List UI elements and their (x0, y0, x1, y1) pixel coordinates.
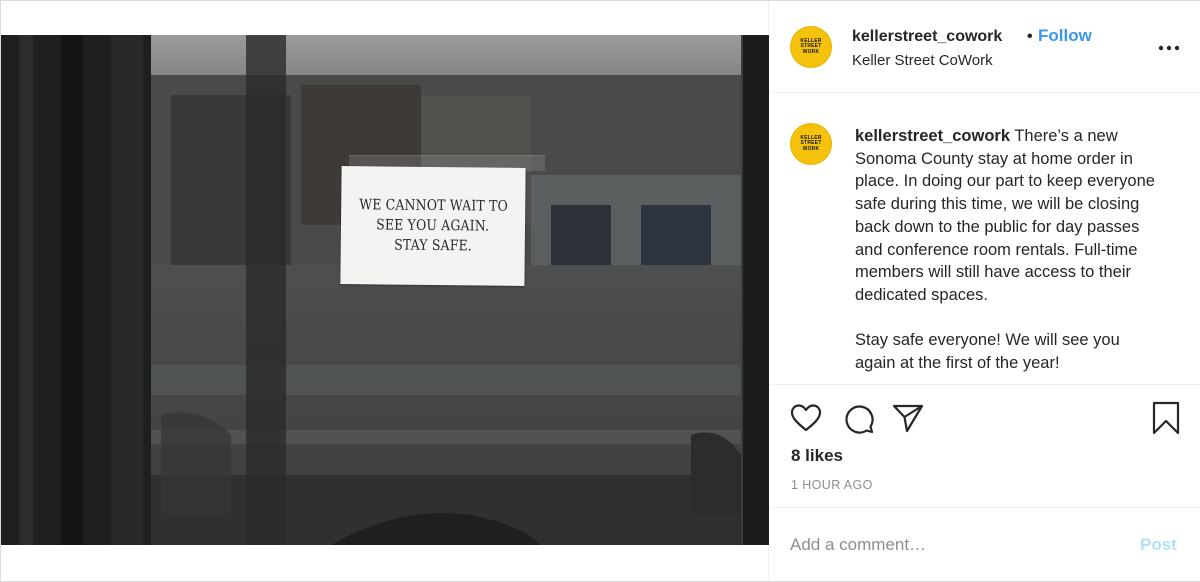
window-sign: WE CANNOT WAIT TO SEE YOU AGAIN. STAY SA… (340, 166, 526, 286)
username-link[interactable]: kellerstreet_cowork (852, 28, 1002, 46)
separator-dot: • (1027, 28, 1033, 45)
comment-icon[interactable] (843, 403, 875, 435)
instagram-post: WE CANNOT WAIT TO SEE YOU AGAIN. STAY SA… (0, 0, 1200, 582)
sign-line: WE CANNOT WAIT TO (358, 197, 508, 215)
sign-line: SEE YOU AGAIN. (376, 217, 490, 235)
action-bar: 8 likes 1 HOUR AGO (770, 386, 1200, 506)
post-side-panel: KELLER STREET WORK kellerstreet_cowork •… (770, 1, 1200, 581)
location-link[interactable]: Keller Street CoWork (852, 52, 993, 69)
post-comment-button[interactable]: Post (1140, 535, 1177, 555)
comment-input[interactable] (790, 532, 1110, 558)
media-panel: WE CANNOT WAIT TO SEE YOU AGAIN. STAY SA… (1, 1, 769, 581)
avatar[interactable]: KELLER STREET WORK (790, 26, 832, 68)
more-options-icon[interactable] (1156, 35, 1182, 61)
avatar-text: WORK (802, 145, 820, 152)
sign-line: STAY SAFE. (393, 237, 472, 255)
photo-scene (1, 35, 769, 545)
avatar-text: WORK (802, 48, 820, 55)
caption-text: kellerstreet_cowork There’s a new Sonoma… (855, 125, 1155, 375)
comment-form: Post (770, 507, 1200, 581)
caption-area: KELLER STREET WORK kellerstreet_cowork T… (770, 93, 1200, 385)
post-photo[interactable] (1, 35, 769, 545)
avatar[interactable]: KELLER STREET WORK (790, 123, 832, 165)
follow-button[interactable]: Follow (1038, 26, 1092, 46)
caption-paragraph: There’s a new Sonoma County stay at home… (855, 127, 1155, 304)
caption-username[interactable]: kellerstreet_cowork (855, 127, 1010, 145)
bookmark-icon[interactable] (1152, 401, 1180, 435)
post-timestamp[interactable]: 1 HOUR AGO (791, 478, 873, 492)
heart-icon[interactable] (790, 403, 822, 433)
likes-count[interactable]: 8 likes (791, 446, 843, 466)
post-header: KELLER STREET WORK kellerstreet_cowork •… (770, 1, 1200, 93)
share-icon[interactable] (892, 403, 924, 433)
caption-paragraph: Stay safe everyone! We will see you agai… (855, 331, 1120, 373)
